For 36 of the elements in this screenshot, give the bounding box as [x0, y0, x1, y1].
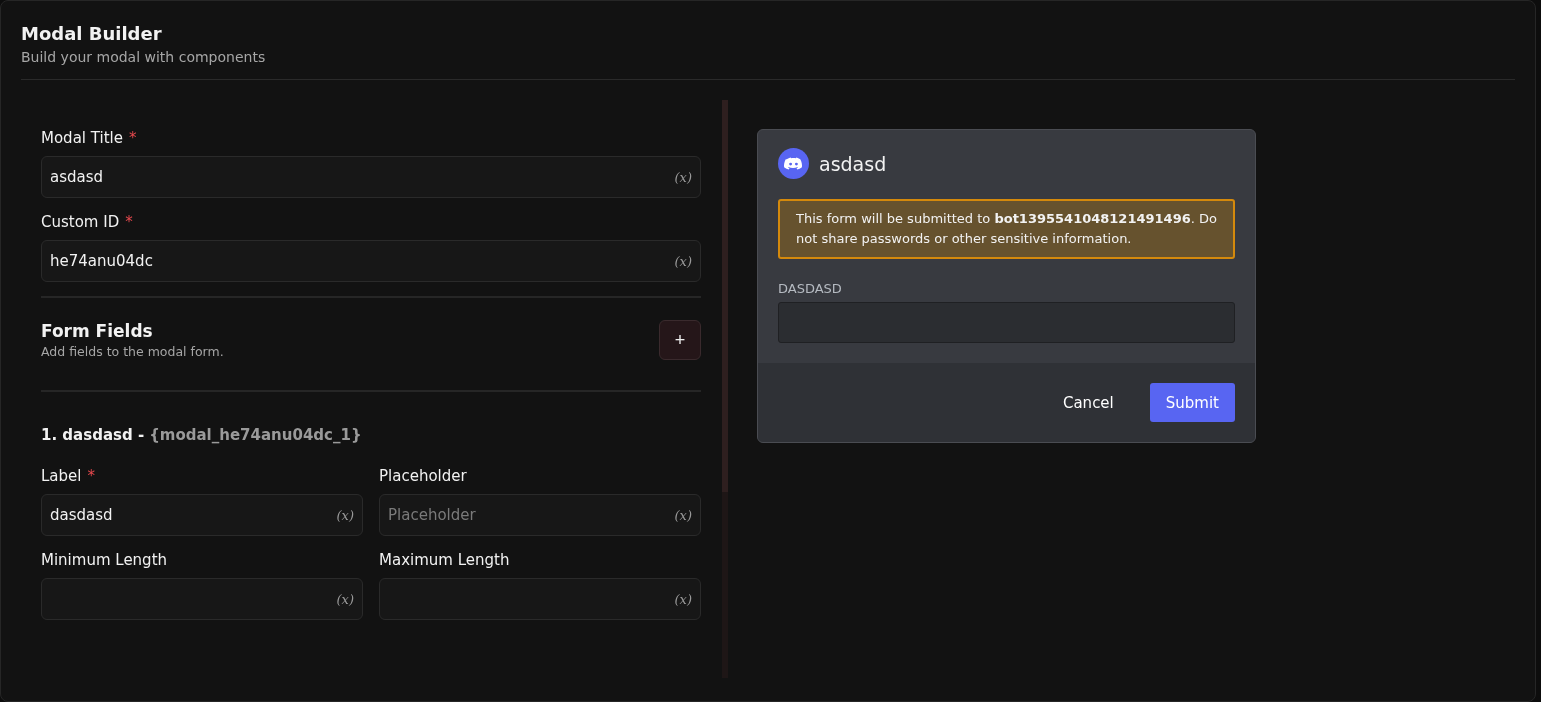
field-label: Custom ID [41, 212, 120, 232]
cancel-button[interactable]: Cancel [1046, 383, 1130, 422]
required-mark: * [125, 212, 133, 232]
required-mark: * [87, 466, 95, 486]
section-title: Form Fields [41, 321, 154, 341]
modal-title: asdasd [819, 152, 887, 175]
text-field[interactable]: dasdasd (x) [41, 494, 363, 536]
field-label: Minimum Length [41, 550, 168, 570]
add-field-button[interactable]: + [659, 320, 701, 360]
text-field[interactable]: (x) [41, 578, 363, 620]
variable-icon[interactable]: (x) [674, 169, 692, 185]
variable-icon[interactable]: (x) [336, 507, 354, 523]
field-label: Label [41, 466, 82, 486]
text-field[interactable]: (x) [379, 578, 701, 620]
field-heading: 1. dasdasd - [41, 426, 145, 444]
variable-icon[interactable]: (x) [674, 591, 692, 607]
page-subtitle: Build your modal with components [21, 49, 267, 65]
warning-notice: This form will be submitted to bot1395541048121491496. Do not share passwords or other sensitive information. [778, 199, 1235, 259]
variable-icon[interactable]: (x) [336, 591, 354, 607]
scrollbar[interactable] [722, 100, 728, 678]
section-description: Add fields to the modal form. [41, 344, 224, 359]
variable-icon[interactable]: (x) [674, 507, 692, 523]
field-variable: {modal_he74anu04dc_1} [149, 426, 362, 444]
variable-icon[interactable]: (x) [674, 253, 692, 269]
text-field[interactable]: he74anu04dc (x) [41, 240, 701, 282]
page-title: Modal Builder [21, 22, 163, 46]
field-label: Maximum Length [379, 550, 510, 570]
field-label: DASDASD [778, 281, 843, 296]
text-field[interactable]: asdasd (x) [41, 156, 701, 198]
text-field[interactable]: Placeholder (x) [379, 494, 701, 536]
submit-button[interactable]: Submit [1149, 383, 1235, 422]
text-field[interactable] [778, 302, 1235, 343]
field-label: Placeholder [379, 466, 467, 486]
game-controller-icon [778, 148, 809, 179]
field-label: Modal Title [41, 128, 123, 148]
required-mark: * [128, 128, 137, 148]
